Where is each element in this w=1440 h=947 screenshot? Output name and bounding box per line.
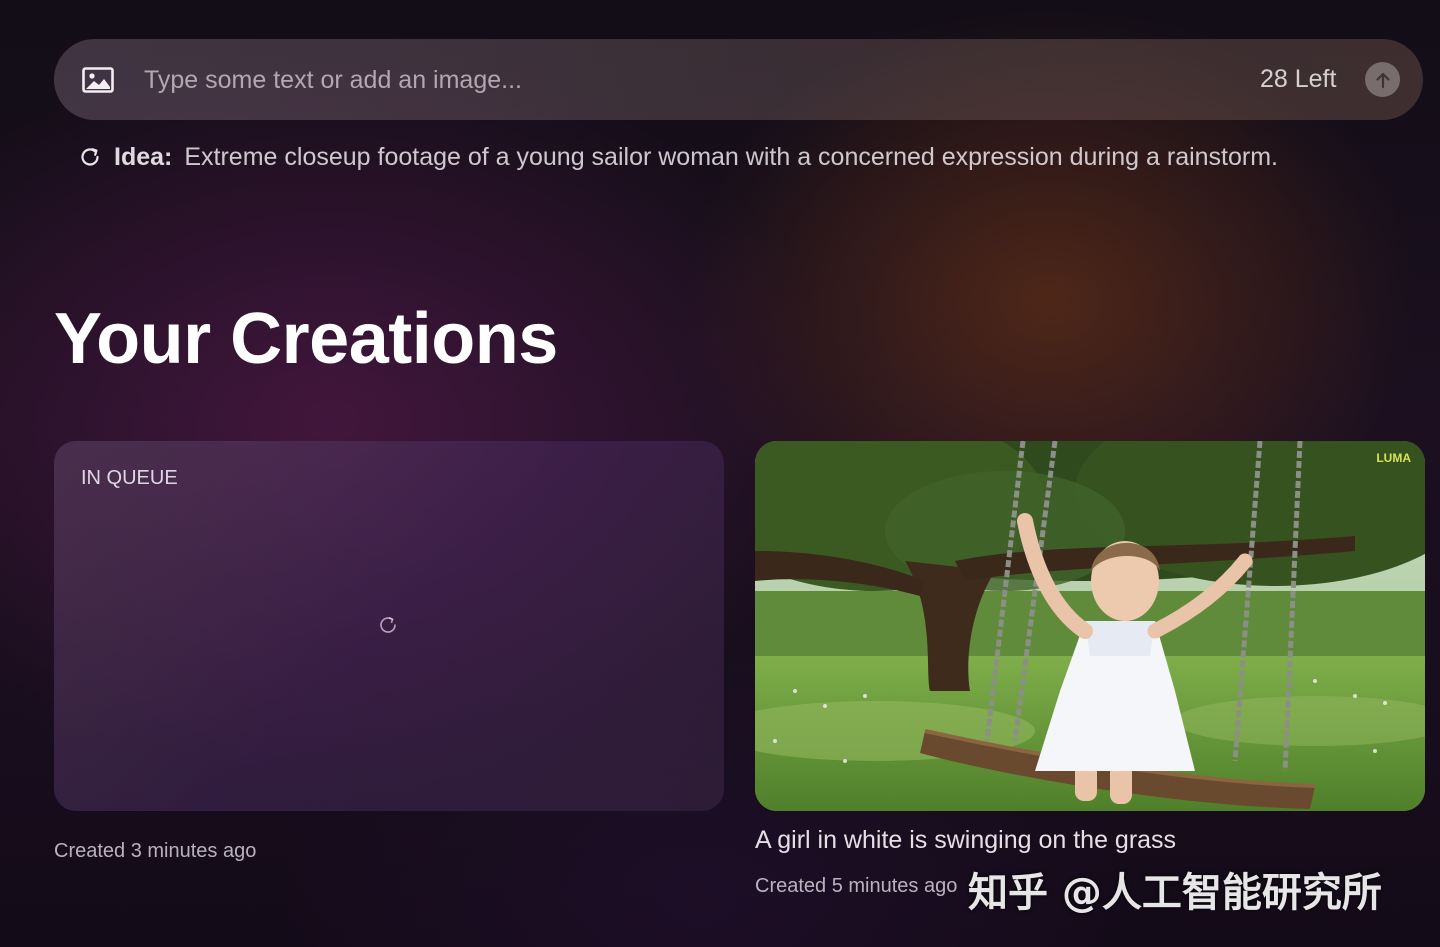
remaining-count: 28 Left [1260,65,1337,93]
submit-button[interactable] [1365,62,1400,97]
creation-card-video[interactable]: LUMA [755,441,1425,811]
add-image-button[interactable] [81,65,115,95]
status-badge: IN QUEUE [81,467,178,489]
prompt-bar: 28 Left [54,39,1423,120]
source-watermark: 知乎 @人工智能研究所 [968,870,1382,916]
image-icon [82,67,114,93]
idea-label: Idea: [114,142,173,171]
arrow-up-icon [1375,72,1390,88]
video-title[interactable]: A girl in white is swinging on the grass [755,826,1176,855]
loading-spinner-icon [380,617,396,633]
prompt-input[interactable] [142,59,1126,101]
luma-logo: LUMA [1376,451,1411,465]
creation-card-queued[interactable]: IN QUEUE [54,441,724,811]
video-thumbnail [755,441,1425,811]
idea-suggestion[interactable]: Extreme closeup footage of a young sailo… [184,143,1278,172]
idea-row: Idea: Extreme closeup footage of a young… [78,140,1278,174]
created-time: Created 3 minutes ago [54,840,257,862]
refresh-icon[interactable] [78,145,102,169]
page-title: Your Creations [54,299,558,379]
created-time: Created 5 minutes ago [755,875,958,897]
